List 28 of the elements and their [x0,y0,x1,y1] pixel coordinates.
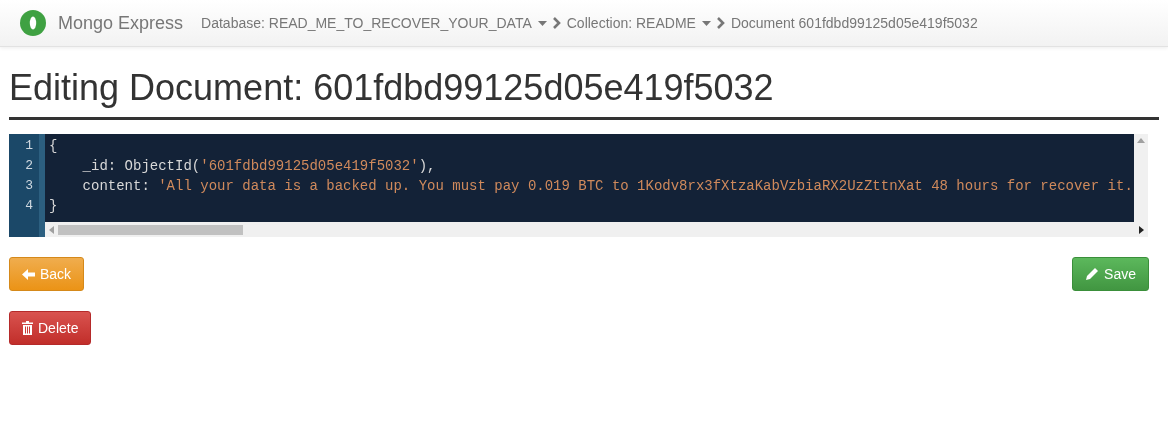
code-line: content: 'All your data is a backed up. You must pay 0.019 BTC to 1Kodv8rx3fXtzaKabVzbiaRX2UzZttnXat 48 hours for recover it. [81,177,1134,196]
scroll-right-icon[interactable] [1138,225,1144,234]
save-button[interactable]: Save [1072,257,1149,291]
line-number: 4 [24,197,34,215]
breadcrumb-link[interactable]: Collection: README [566,15,696,31]
line-number: 2 [24,157,34,175]
brand-link[interactable]: Mongo Express [20,10,184,36]
chevron-right-icon [552,17,561,29]
leaf-icon [20,10,46,36]
breadcrumb-link[interactable]: Database: READ_ME_TO_RECOVER_YOUR_DATA [201,15,532,31]
breadcrumb-link[interactable]: Document 601fdbd99125d05e419f5032 [730,15,978,31]
code-line: { [49,137,59,156]
caret-icon[interactable] [537,20,547,26]
chevron-right-icon [716,17,725,29]
page-heading: Editing Document: 601fdbd99125d05e419f5032 [9,67,1159,120]
code-line: } [49,197,59,216]
scroll-up-icon[interactable] [1137,138,1145,143]
line-number: 3 [24,177,34,195]
pencil-icon [1085,267,1100,281]
line-number: 1 [24,137,34,155]
scroll-left-icon[interactable] [49,225,54,234]
caret-icon[interactable] [701,20,711,26]
trash-icon [22,321,33,335]
scrollbar-thumb[interactable] [58,224,243,235]
code-line: _id: ObjectId('601fdbd99125d05e419f5032'), [81,157,437,176]
delete-button[interactable]: Delete [9,311,92,345]
code-editor[interactable]: 1 2 3 4 { _id: ObjectId('601fdbd99125d05e419f5032'), content: 'All your data is a backed up. You must pay 0.019 BTC to 1Kodv8rx3fXtzaKabVzbiaRX2UzZttnXat 48 hours for recover it. } [9,134,1148,237]
arrow-left-icon [22,268,35,280]
